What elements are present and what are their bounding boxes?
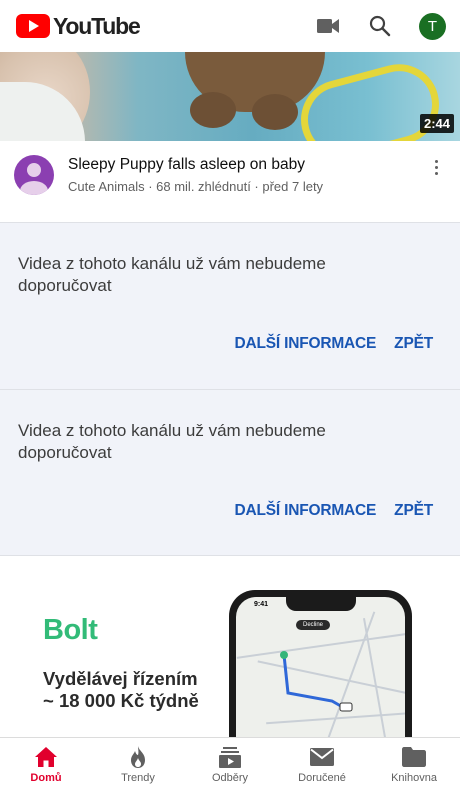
- nav-item-trending[interactable]: Trendy: [92, 738, 184, 790]
- camera-icon[interactable]: [315, 13, 341, 39]
- home-icon: [34, 745, 58, 769]
- nav-item-library[interactable]: Knihovna: [368, 738, 460, 790]
- undo-button[interactable]: ZPĚT: [394, 502, 433, 520]
- account-avatar[interactable]: T: [419, 12, 446, 40]
- nav-label: Domů: [30, 772, 62, 784]
- search-icon[interactable]: [367, 13, 393, 39]
- notice-text: Videa z tohoto kanálu už vám nebudeme do…: [18, 254, 326, 295]
- ad-headline-line2: ~ 18 000 Kč týdně: [43, 690, 199, 711]
- youtube-logo[interactable]: YouTube: [16, 12, 141, 40]
- nav-item-inbox[interactable]: Doručené: [276, 738, 368, 790]
- subscriptions-icon: [218, 745, 242, 769]
- ad-headline: Vydělávej řízením ~ 18 000 Kč týdně: [43, 668, 199, 712]
- nav-label: Trendy: [121, 772, 155, 784]
- video-title[interactable]: Sleepy Puppy falls asleep on baby: [68, 155, 426, 175]
- not-recommended-notice: Videa z tohoto kanálu už vám nebudeme do…: [0, 222, 460, 389]
- bolt-logo: Bolt: [43, 614, 98, 646]
- inbox-icon: [310, 745, 334, 769]
- not-recommended-notice: Videa z tohoto kanálu už vám nebudeme do…: [0, 389, 460, 555]
- nav-item-subscriptions[interactable]: Odběry: [184, 738, 276, 790]
- notice-text: Videa z tohoto kanálu už vám nebudeme do…: [18, 421, 326, 462]
- learn-more-button[interactable]: DALŠÍ INFORMACE: [235, 502, 377, 520]
- video-thumbnail[interactable]: 2:44: [0, 52, 460, 141]
- nav-label: Odběry: [211, 772, 249, 784]
- more-vert-icon[interactable]: [426, 155, 446, 222]
- undo-button[interactable]: ZPĚT: [394, 335, 433, 353]
- video-meta: Sleepy Puppy falls asleep on baby Cute A…: [0, 141, 460, 222]
- nav-label: Doručené: [298, 772, 346, 784]
- logo-text: YouTube: [53, 12, 141, 39]
- channel-avatar[interactable]: [14, 155, 54, 195]
- video-subtitle: Cute Animals · 68 mil. zhlédnutí · před …: [68, 179, 324, 194]
- nav-label: Knihovna: [391, 772, 437, 784]
- video-duration-badge: 2:44: [419, 114, 454, 133]
- library-icon: [402, 745, 426, 769]
- bolt-ad-banner[interactable]: Bolt Vydělávej řízením ~ 18 000 Kč týdně…: [0, 555, 460, 737]
- top-app-bar: YouTube T: [0, 0, 460, 52]
- ad-headline-line1: Vydělávej řízením: [43, 668, 198, 689]
- bottom-navigation: Domů Trendy Odběry Doručené Knihovna: [0, 737, 460, 790]
- nav-item-home[interactable]: Domů: [0, 738, 92, 790]
- phone-mockup: 9:41 Decline: [229, 590, 412, 737]
- learn-more-button[interactable]: DALŠÍ INFORMACE: [235, 335, 377, 353]
- route-icon: [280, 651, 353, 712]
- flame-icon: [126, 745, 150, 769]
- youtube-logo-icon: [16, 14, 50, 38]
